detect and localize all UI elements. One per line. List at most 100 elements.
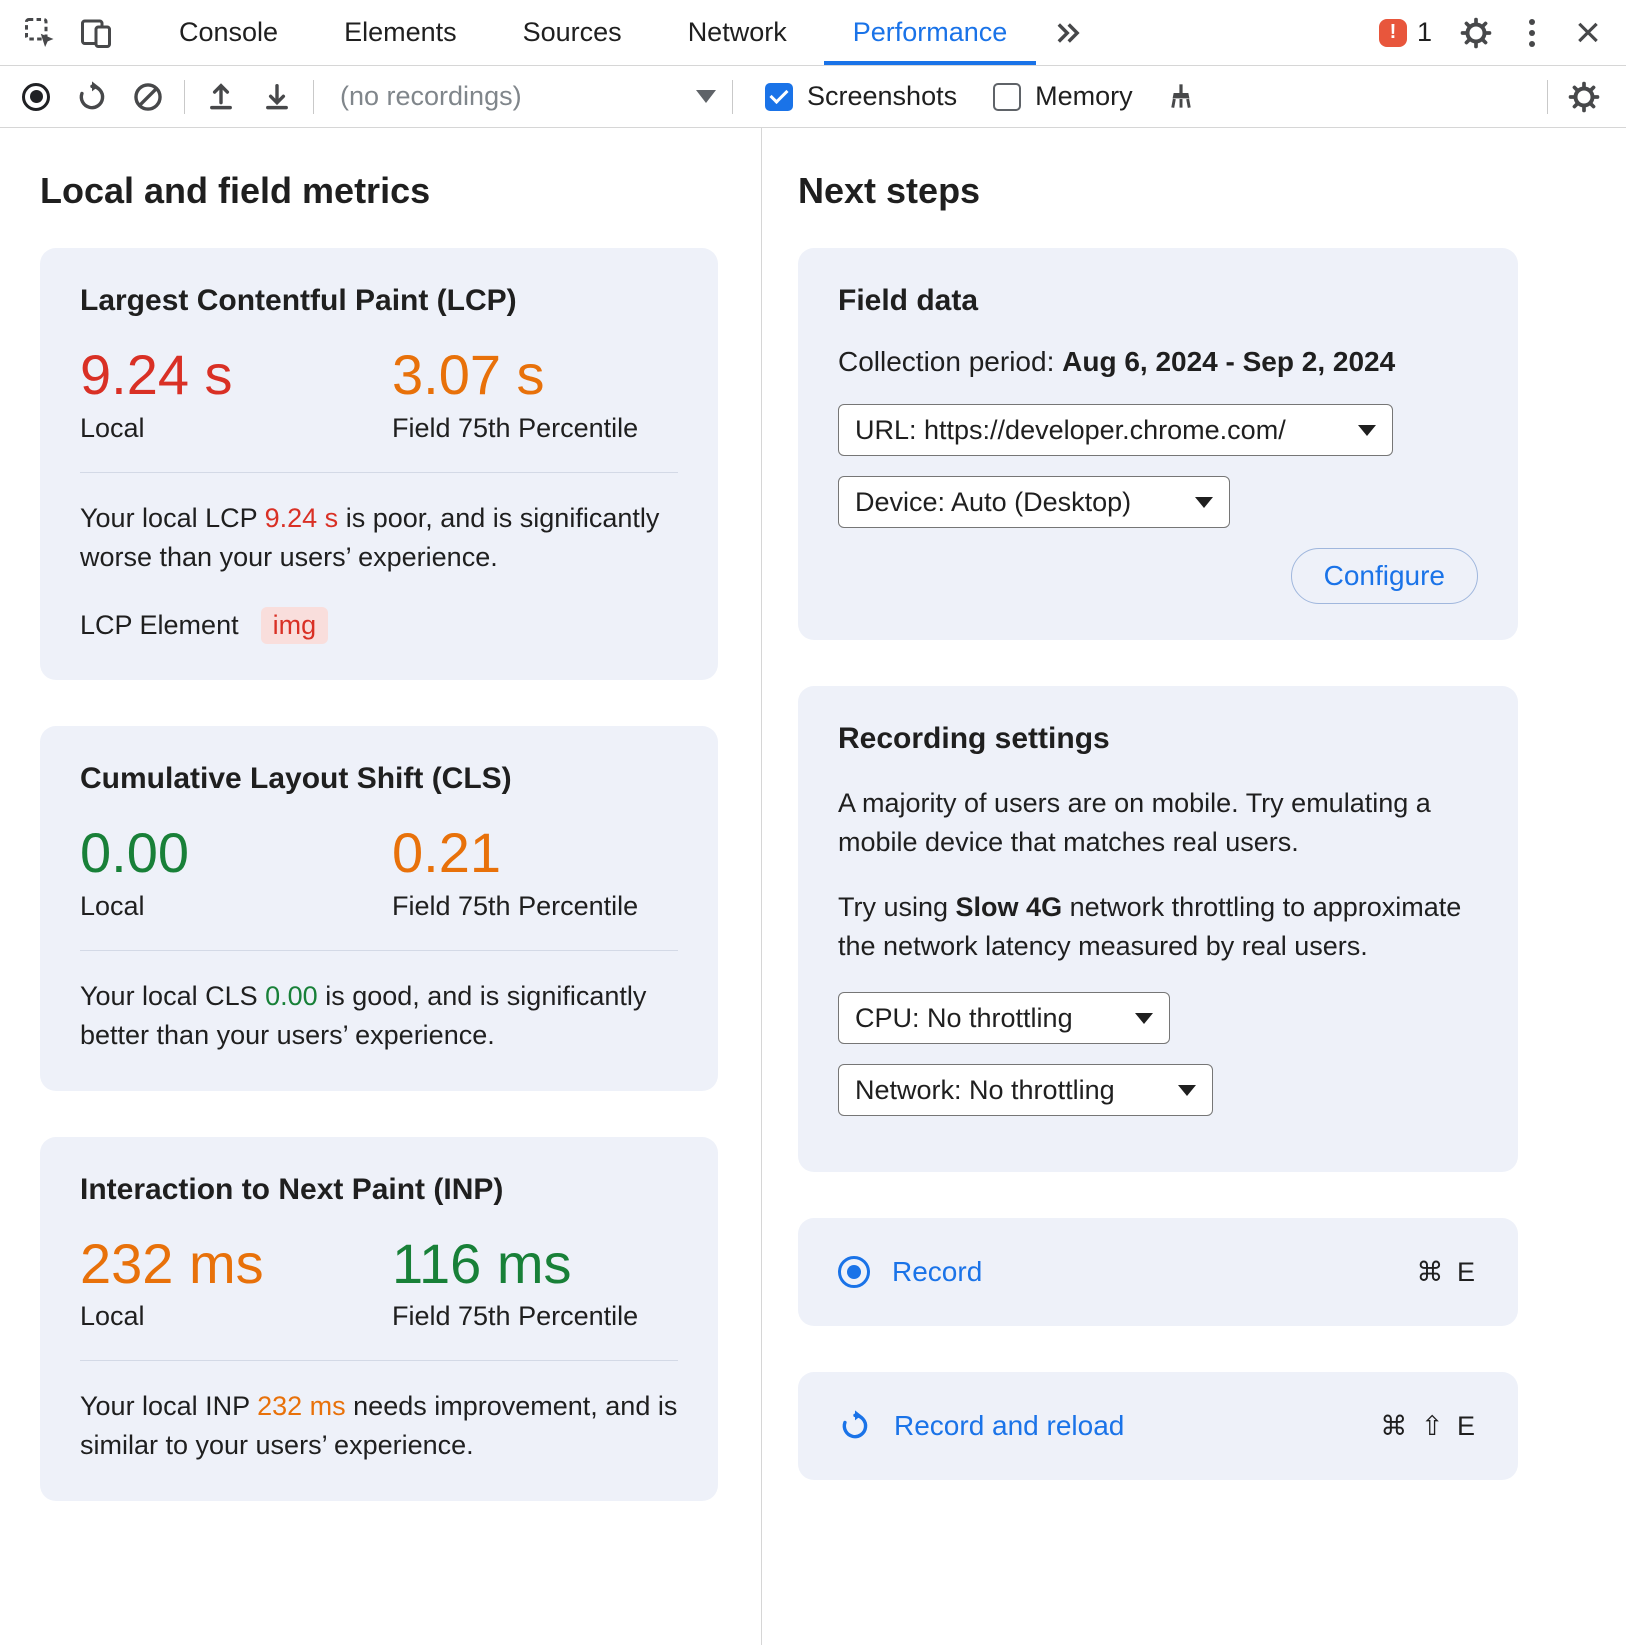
- field-metric: 3.07 s Field 75th Percentile: [392, 346, 638, 444]
- tab-console[interactable]: Console: [146, 0, 311, 65]
- toolbar-divider: [732, 80, 733, 114]
- cls-description: Your local CLS 0.00 is good, and is sign…: [80, 977, 678, 1055]
- local-metric: 9.24 s Local: [80, 346, 392, 444]
- lcp-element-row: LCP Element img: [80, 607, 678, 644]
- divider: [80, 472, 678, 473]
- device-toolbar-button[interactable]: [68, 8, 124, 58]
- field-metric: 116 ms Field 75th Percentile: [392, 1235, 638, 1333]
- device-toolbar-icon: [78, 15, 114, 51]
- network-select-value: Network: No throttling: [855, 1075, 1115, 1106]
- cls-title: Cumulative Layout Shift (CLS): [80, 762, 678, 796]
- memory-checkbox[interactable]: Memory: [993, 81, 1133, 112]
- collection-label: Collection period:: [838, 346, 1062, 377]
- load-profile-button[interactable]: [193, 73, 249, 121]
- divider: [80, 1360, 678, 1361]
- issues-indicator[interactable]: ! 1: [1379, 17, 1432, 48]
- chevron-down-icon: [696, 90, 716, 103]
- recording-settings-card: Recording settings A majority of users a…: [798, 686, 1518, 1172]
- url-select-value: URL: https://developer.chrome.com/: [855, 415, 1286, 446]
- reload-icon: [838, 1409, 872, 1443]
- field-label: Field 75th Percentile: [392, 891, 638, 922]
- menu-button[interactable]: [1504, 8, 1560, 58]
- checkbox-checked-icon: [765, 83, 793, 111]
- field-label: Field 75th Percentile: [392, 413, 638, 444]
- cls-values: 0.00 Local 0.21 Field 75th Percentile: [80, 824, 678, 922]
- field-data-title: Field data: [838, 284, 1478, 318]
- divider: [80, 950, 678, 951]
- devtools-tabbar: Console Elements Sources Network Perform…: [0, 0, 1626, 66]
- toolbar-right: [1539, 73, 1612, 121]
- collection-period: Collection period: Aug 6, 2024 - Sep 2, …: [838, 346, 1478, 378]
- capture-settings-button[interactable]: [1556, 73, 1612, 121]
- local-metric: 0.00 Local: [80, 824, 392, 922]
- chevron-down-icon: [1135, 1013, 1153, 1024]
- record-icon: [838, 1256, 870, 1288]
- inspect-element-button[interactable]: [12, 8, 68, 58]
- collect-garbage-button[interactable]: [1153, 73, 1209, 121]
- local-label: Local: [80, 413, 392, 444]
- close-icon: ×: [1575, 11, 1601, 55]
- reload-icon: [75, 80, 109, 114]
- screenshots-label: Screenshots: [807, 81, 957, 112]
- devtools-window: Console Elements Sources Network Perform…: [0, 0, 1626, 1645]
- close-devtools-button[interactable]: ×: [1560, 8, 1616, 58]
- cls-field-value: 0.21: [392, 824, 638, 883]
- desc-text: Your local LCP: [80, 503, 265, 533]
- toolbar-divider: [184, 80, 185, 114]
- metrics-pane: Local and field metrics Largest Contentf…: [0, 128, 761, 1645]
- desc-text: Your local INP: [80, 1391, 257, 1421]
- settings-button[interactable]: [1448, 8, 1504, 58]
- field-data-card: Field data Collection period: Aug 6, 202…: [798, 248, 1518, 640]
- desc-value: 0.00: [265, 981, 318, 1011]
- save-profile-button[interactable]: [249, 73, 305, 121]
- field-label: Field 75th Percentile: [392, 1301, 638, 1332]
- device-select[interactable]: Device: Auto (Desktop): [838, 476, 1230, 528]
- clear-icon: [131, 80, 165, 114]
- tabbar-left: Console Elements Sources Network Perform…: [12, 0, 1096, 65]
- checkbox-unchecked-icon: [993, 83, 1021, 111]
- record-label: Record: [892, 1256, 982, 1288]
- chevron-down-icon: [1178, 1085, 1196, 1096]
- clear-button[interactable]: [120, 73, 176, 121]
- error-count: 1: [1417, 17, 1432, 48]
- screenshots-checkbox[interactable]: Screenshots: [765, 81, 957, 112]
- record-action-button[interactable]: Record: [838, 1256, 982, 1288]
- tip-text: Try using: [838, 892, 956, 922]
- lcp-element-label: LCP Element: [80, 610, 239, 641]
- more-tabs-button[interactable]: [1040, 8, 1096, 58]
- configure-button[interactable]: Configure: [1291, 548, 1478, 604]
- cpu-throttling-select[interactable]: CPU: No throttling: [838, 992, 1170, 1044]
- lcp-description: Your local LCP 9.24 s is poor, and is si…: [80, 499, 678, 577]
- recordings-dropdown[interactable]: (no recordings): [332, 73, 724, 121]
- performance-toolbar: (no recordings) Screenshots Memory: [0, 66, 1626, 128]
- kebab-icon: [1529, 30, 1535, 36]
- network-throttling-select[interactable]: Network: No throttling: [838, 1064, 1213, 1116]
- local-label: Local: [80, 1301, 392, 1332]
- tab-elements[interactable]: Elements: [311, 0, 490, 65]
- next-steps-pane: Next steps Field data Collection period:…: [762, 128, 1626, 1645]
- tab-network[interactable]: Network: [655, 0, 820, 65]
- lcp-values: 9.24 s Local 3.07 s Field 75th Percentil…: [80, 346, 678, 444]
- recordings-dropdown-label: (no recordings): [340, 81, 522, 112]
- desc-text: Your local CLS: [80, 981, 265, 1011]
- gear-icon: [1567, 80, 1601, 114]
- tab-performance[interactable]: Performance: [820, 0, 1041, 65]
- recording-settings-title: Recording settings: [838, 722, 1478, 756]
- lcp-card: Largest Contentful Paint (LCP) 9.24 s Lo…: [40, 248, 718, 680]
- desc-value: 232 ms: [257, 1391, 346, 1421]
- field-metric: 0.21 Field 75th Percentile: [392, 824, 638, 922]
- toolbar-divider: [1547, 80, 1548, 114]
- network-tip: Try using Slow 4G network throttling to …: [838, 888, 1478, 966]
- upload-icon: [204, 80, 238, 114]
- landing-content: Local and field metrics Largest Contentf…: [0, 128, 1626, 1645]
- panel-tabs: Console Elements Sources Network Perform…: [146, 0, 1040, 65]
- url-select[interactable]: URL: https://developer.chrome.com/: [838, 404, 1393, 456]
- gear-icon: [1459, 16, 1493, 50]
- record-icon: [22, 83, 50, 111]
- collect-garbage-icon: [1165, 81, 1197, 113]
- lcp-element-link[interactable]: img: [261, 607, 329, 644]
- tab-sources[interactable]: Sources: [490, 0, 655, 65]
- record-reload-action-button[interactable]: Record and reload: [838, 1409, 1124, 1443]
- record-toolbar-button[interactable]: [8, 73, 64, 121]
- record-reload-toolbar-button[interactable]: [64, 73, 120, 121]
